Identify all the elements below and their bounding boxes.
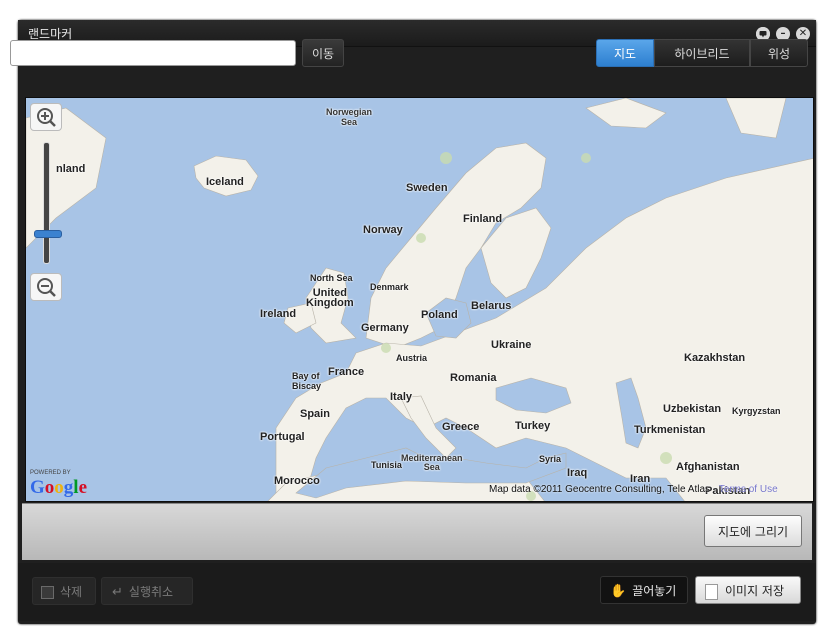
map-label-bay-of-biscay: Bay of Biscay bbox=[292, 371, 322, 391]
tab-satellite[interactable]: 위성 bbox=[750, 39, 808, 67]
map-label-united-kingdom: United Kingdom bbox=[306, 287, 354, 309]
undo-button[interactable]: ↵ 실행취소 bbox=[101, 577, 193, 605]
map-label-turkey: Turkey bbox=[515, 420, 551, 432]
zoom-out-icon bbox=[37, 278, 56, 297]
map-label-syria: Syria bbox=[539, 454, 562, 464]
map-label-ukraine: Ukraine bbox=[491, 339, 532, 351]
map-label-belarus: Belarus bbox=[471, 300, 512, 312]
map-label-afghanistan: Afghanistan bbox=[676, 461, 740, 473]
map-label-tunisia: Tunisia bbox=[371, 460, 402, 470]
google-logo[interactable]: Google bbox=[30, 477, 87, 499]
delete-button[interactable]: 삭제 bbox=[32, 577, 96, 605]
map-label-germany: Germany bbox=[361, 322, 409, 334]
zoom-in-button[interactable] bbox=[30, 103, 62, 131]
draw-panel bbox=[22, 503, 812, 560]
map-label-iraq: Iraq bbox=[567, 467, 588, 479]
map-label-ireland: Ireland bbox=[260, 308, 297, 320]
map-copyright-text: Map data ©2011 Geocentre Consulting, Tel… bbox=[489, 484, 719, 495]
search-input[interactable] bbox=[10, 40, 296, 66]
map-label-norwegian-sea: Norwegian Sea bbox=[326, 107, 373, 127]
drag-drop-label: 끌어놓기 bbox=[632, 584, 677, 598]
map-label-north-sea: North Sea bbox=[310, 273, 353, 283]
terms-of-use-link[interactable]: Terms of Use bbox=[719, 484, 778, 495]
map-copyright: Map data ©2011 Geocentre Consulting, Tel… bbox=[489, 484, 778, 495]
undo-label: 실행취소 bbox=[128, 585, 174, 599]
map-label-greece: Greece bbox=[442, 421, 480, 433]
draw-on-map-button[interactable]: 지도에 그리기 bbox=[704, 515, 802, 547]
map-label-turkmenistan: Turkmenistan bbox=[634, 424, 706, 436]
map-label-iceland: Iceland bbox=[206, 176, 244, 188]
hand-icon: ✋ bbox=[610, 583, 627, 599]
map-label-romania: Romania bbox=[450, 372, 497, 384]
map-label-spain: Spain bbox=[300, 408, 330, 420]
map-label-uzbekistan: Uzbekistan bbox=[663, 403, 722, 415]
document-icon bbox=[705, 583, 718, 600]
map-label-kyrgyzstan: Kyrgyzstan bbox=[732, 406, 781, 416]
map-label-italy: Italy bbox=[390, 391, 413, 403]
save-image-label: 이미지 저장 bbox=[725, 584, 785, 598]
map-label-norway: Norway bbox=[363, 224, 403, 236]
map-view[interactable]: Norwegian Sea nland Iceland Sweden Finla… bbox=[25, 97, 814, 502]
zoom-slider-track[interactable] bbox=[44, 143, 49, 263]
map-land-shapes bbox=[26, 98, 813, 501]
go-button[interactable]: 이동 bbox=[302, 39, 344, 67]
drag-drop-button[interactable]: ✋ 끌어놓기 bbox=[600, 576, 688, 604]
map-label-austria: Austria bbox=[396, 353, 428, 363]
tab-map[interactable]: 지도 bbox=[596, 39, 654, 67]
map-label-finland: Finland bbox=[463, 213, 503, 225]
powered-by-text: POWERED BY bbox=[30, 470, 71, 476]
map-label-france: France bbox=[328, 366, 365, 378]
zoom-slider-handle[interactable] bbox=[34, 230, 62, 238]
map-label-morocco: Morocco bbox=[274, 475, 320, 487]
map-label-poland: Poland bbox=[421, 309, 458, 321]
checkbox-icon bbox=[41, 586, 54, 599]
map-label-kazakhstan: Kazakhstan bbox=[684, 352, 746, 364]
map-label-mediterranean-sea: Mediterranean Sea bbox=[401, 453, 463, 472]
zoom-in-icon bbox=[37, 108, 56, 127]
map-label-denmark: Denmark bbox=[370, 282, 409, 292]
undo-arrow-icon: ↵ bbox=[112, 584, 123, 600]
zoom-out-button[interactable] bbox=[30, 273, 62, 301]
zoom-control bbox=[30, 103, 64, 303]
delete-label: 삭제 bbox=[60, 585, 83, 599]
map-label-portugal: Portugal bbox=[260, 431, 305, 443]
tab-hybrid[interactable]: 하이브리드 bbox=[654, 39, 750, 67]
save-image-button[interactable]: 이미지 저장 bbox=[695, 576, 801, 604]
map-label-sweden: Sweden bbox=[406, 182, 448, 194]
